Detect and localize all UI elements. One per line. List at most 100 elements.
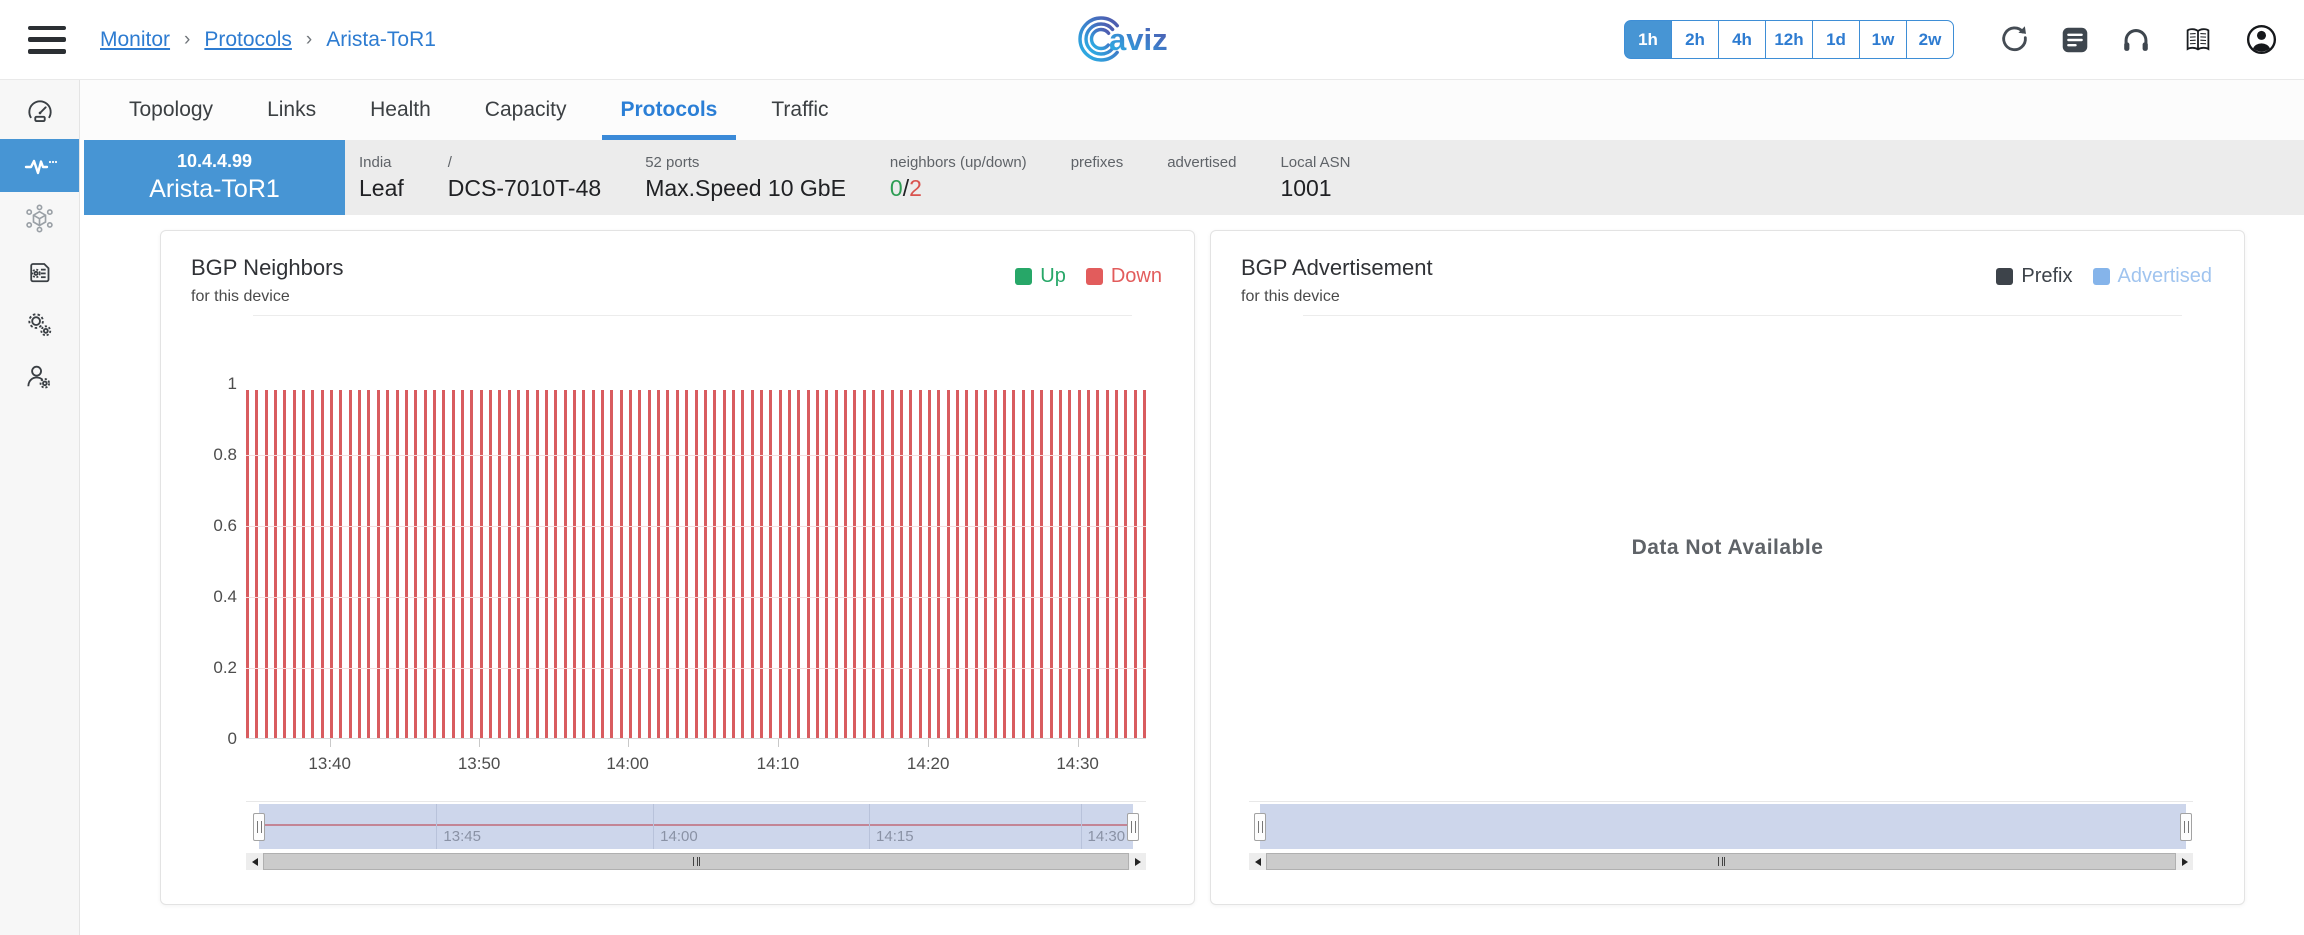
down-bar [1087,390,1090,738]
scrollbar-thumb[interactable] [1266,853,2176,870]
tab-health[interactable]: Health [343,80,458,140]
device-info-bar: 10.4.4.99 Arista-ToR1 IndiaLeaf/DCS-7010… [84,140,2304,215]
legend-label: Advertised [2118,265,2213,288]
time-range-2h[interactable]: 2h [1671,20,1719,59]
tab-topology[interactable]: Topology [102,80,240,140]
down-bar [1143,390,1146,738]
documentation-button[interactable] [2180,23,2216,57]
scrollbar-left-arrow[interactable] [1249,853,1266,870]
panel-title: BGP Advertisement [1241,255,1433,281]
legend-item-down[interactable]: Down [1086,265,1162,288]
chart-navigator[interactable] [1260,804,2186,849]
y-tick-label: 1 [228,374,237,394]
navigator-handle-right[interactable] [2180,813,2192,841]
legend-item-advertised[interactable]: Advertised [2093,265,2213,288]
down-bar [1003,390,1006,738]
breadcrumb-item-monitor[interactable]: Monitor [100,28,170,52]
release-notes-button[interactable] [2058,23,2092,57]
sidebar-item-templates[interactable] [0,245,79,298]
device-field-advertised: advertised [1167,154,1236,202]
main-area: TopologyLinksHealthCapacityProtocolsTraf… [80,80,2304,935]
field-label: neighbors (up/down) [890,154,1027,171]
tab-links[interactable]: Links [240,80,343,140]
down-bar [788,390,791,738]
breadcrumb-item-protocols[interactable]: Protocols [204,28,292,52]
legend-item-up[interactable]: Up [1015,265,1066,288]
tab-traffic[interactable]: Traffic [744,80,855,140]
scrollbar-left-arrow[interactable] [246,853,263,870]
document-gear-icon [23,255,57,289]
refresh-icon [1997,23,2031,57]
down-bar [994,390,997,738]
chart-navigator[interactable]: 13:4514:0014:1514:30 [259,804,1133,849]
grip-icon [1718,857,1725,866]
down-bar [1078,390,1081,738]
time-range-1w[interactable]: 1w [1859,20,1907,59]
down-bar [1050,390,1053,738]
down-bar [610,390,613,738]
down-bar [554,390,557,738]
down-bar [741,390,744,738]
sidebar-item-fabric[interactable] [0,192,79,245]
down-bar [396,390,399,738]
down-bar [255,390,258,738]
neighbors-down-value: 2 [909,175,922,201]
down-bar [891,390,894,738]
legend-label: Prefix [2021,265,2072,288]
navigator-handle-right[interactable] [1127,813,1139,841]
tab-protocols[interactable]: Protocols [594,80,745,140]
scrollbar-thumb[interactable] [263,853,1129,870]
time-range-1h[interactable]: 1h [1624,20,1672,59]
refresh-button[interactable] [1997,23,2031,57]
scrollbar-right-arrow[interactable] [1129,853,1146,870]
tab-capacity[interactable]: Capacity [458,80,594,140]
left-arrow-icon [252,858,258,866]
navigator-gridline [653,804,654,849]
down-bar [638,390,641,738]
down-bar [732,390,735,738]
down-bar [293,390,296,738]
down-bar [508,390,511,738]
topbar: Monitor›Protocols›Arista-ToR1 aviz 1h2h4… [0,0,2304,80]
divider [1303,315,2182,316]
panel-subtitle: for this device [1241,288,1340,306]
chart-scrollbar[interactable] [1249,853,2193,870]
aviz-logo: aviz [1072,10,1232,73]
navigator-handle-left[interactable] [253,813,265,841]
support-button[interactable] [2119,23,2153,57]
field-label: Local ASN [1280,154,1350,171]
down-bar [1022,390,1025,738]
sidebar-item-dashboard[interactable] [0,86,79,139]
down-bar [339,390,342,738]
chart-scrollbar[interactable] [246,853,1146,870]
right-arrow-icon [2182,858,2188,866]
chart-legend: Prefix Advertised [1996,265,2212,288]
breadcrumb-item-arista-tor1: Arista-ToR1 [326,28,436,52]
down-bar [676,390,679,738]
navigator-handle-left[interactable] [1254,813,1266,841]
y-tick-label: 0 [228,729,237,749]
scrollbar-right-arrow[interactable] [2176,853,2193,870]
navigator-time-label: 14:00 [660,828,698,845]
hamburger-icon [28,26,66,31]
legend-item-prefix[interactable]: Prefix [1996,265,2072,288]
sidebar-item-settings[interactable] [0,298,79,351]
user-gear-icon [22,360,57,395]
down-bar [442,390,445,738]
down-bar [685,390,688,738]
x-tick-mark [479,739,480,747]
account-button[interactable] [2243,21,2280,58]
time-range-4h[interactable]: 4h [1718,20,1766,59]
device-tile[interactable]: 10.4.4.99 Arista-ToR1 [84,140,345,215]
time-range-2w[interactable]: 2w [1906,20,1954,59]
hamburger-menu-button[interactable] [28,26,66,54]
down-bar [928,390,931,738]
sidebar-item-admin[interactable] [0,351,79,404]
down-bar [984,390,987,738]
down-bar [536,390,539,738]
time-range-12h[interactable]: 12h [1765,20,1813,59]
bgp-advertisement-panel: BGP Advertisement for this device Prefix… [1210,230,2245,905]
sidebar-item-monitor[interactable] [0,139,79,192]
time-range-1d[interactable]: 1d [1812,20,1860,59]
down-bar [620,390,623,738]
